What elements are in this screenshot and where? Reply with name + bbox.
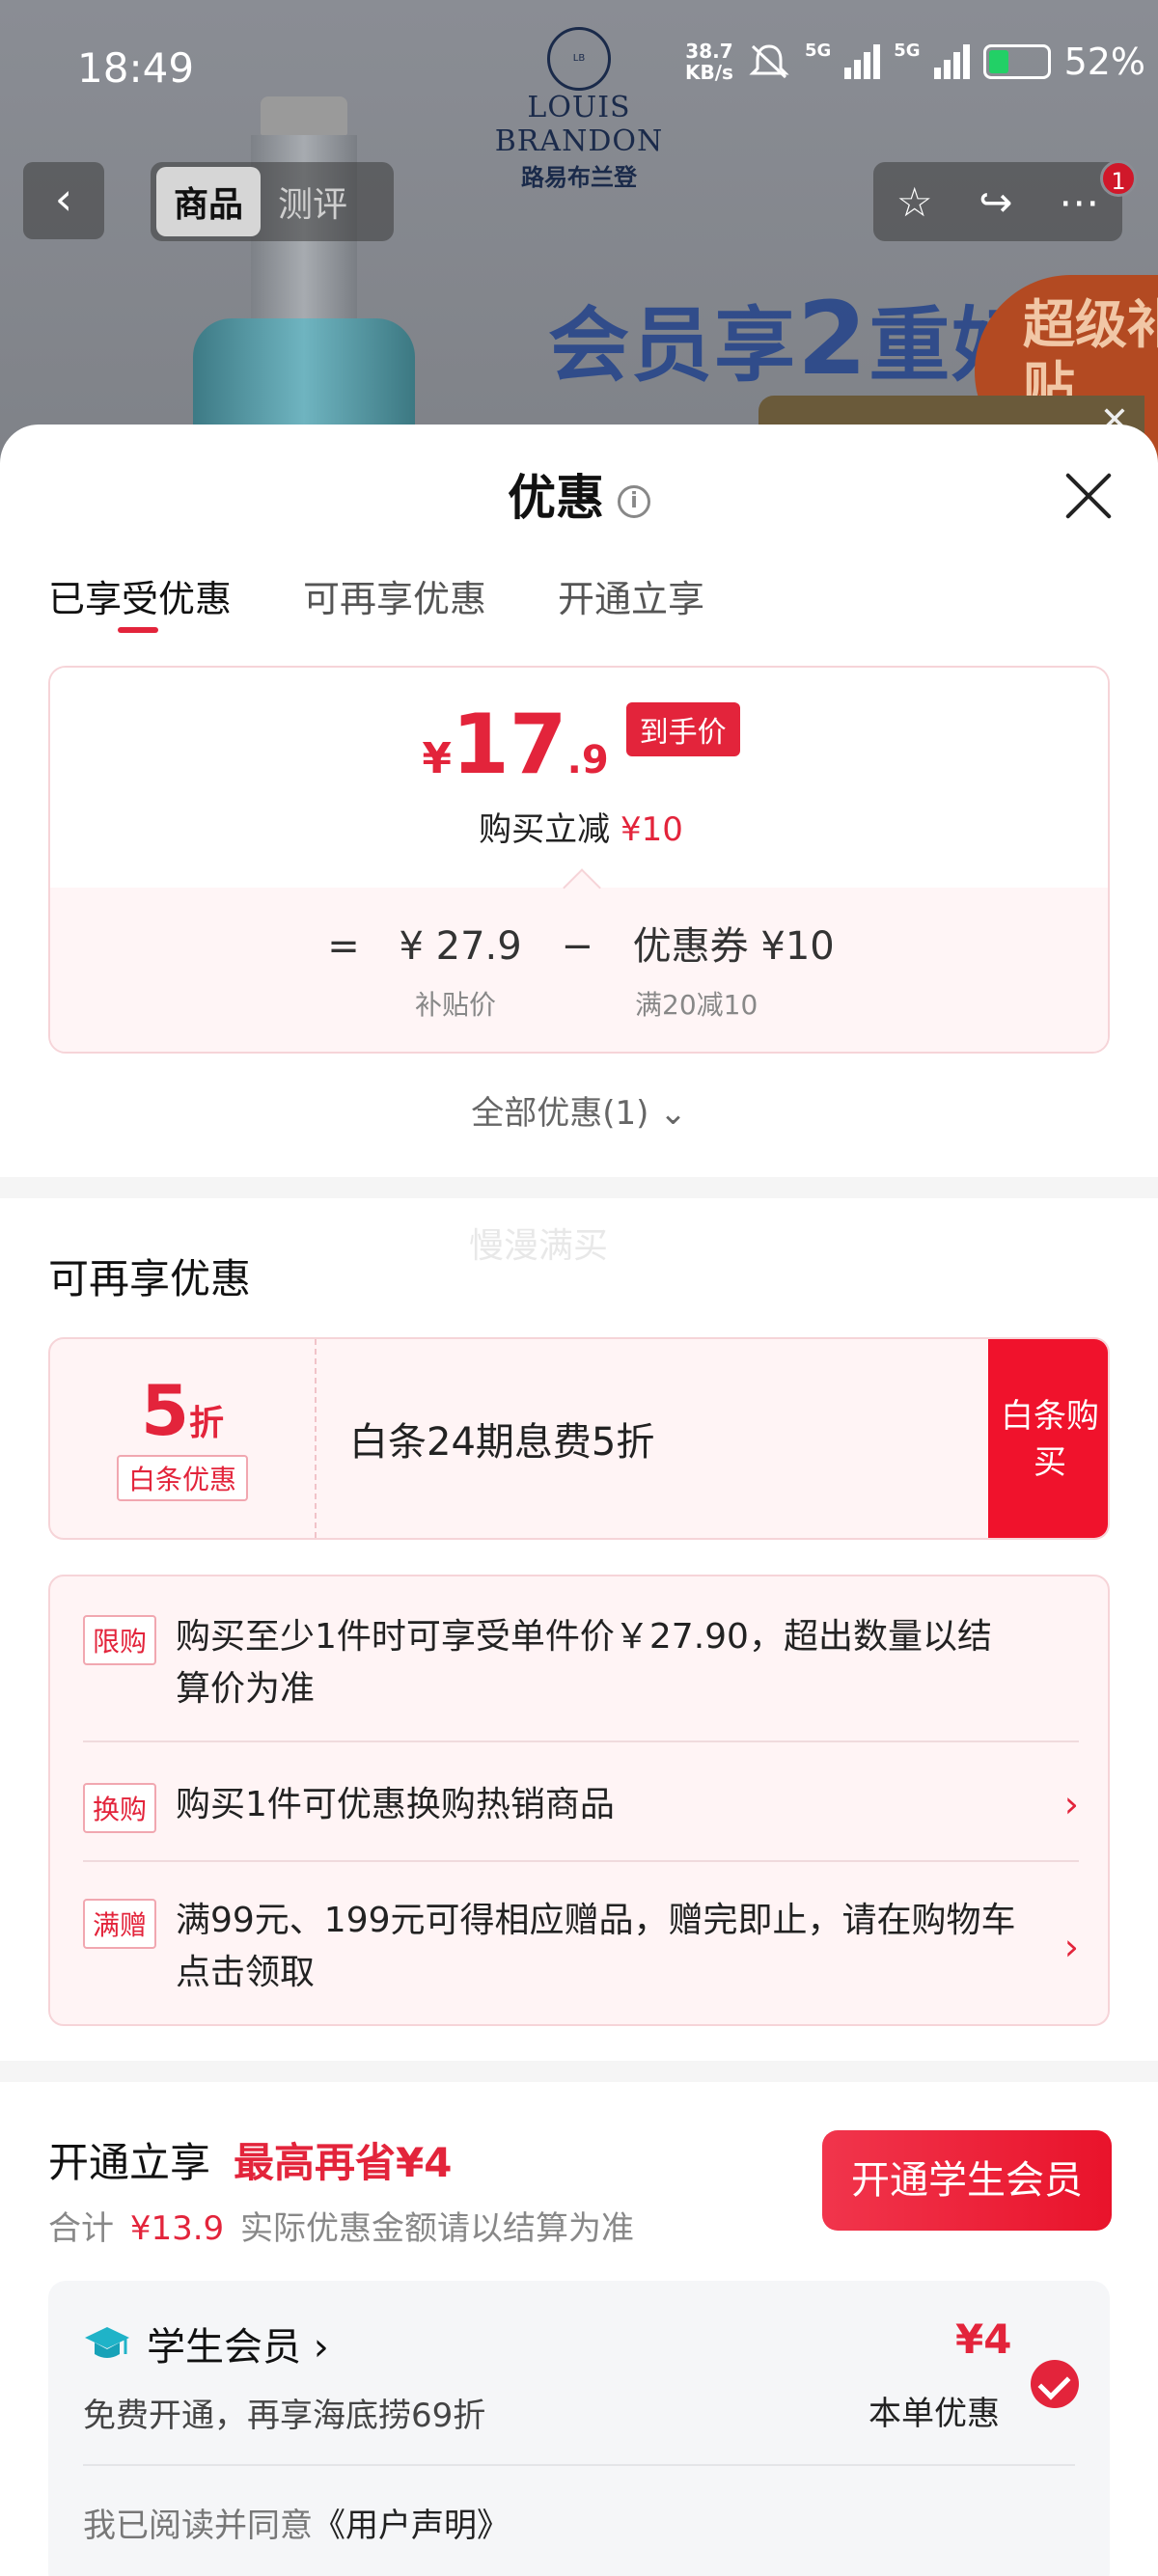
- coupon-discount: 5折: [140, 1370, 225, 1451]
- tab-open[interactable]: 开通立享: [558, 569, 704, 622]
- brand-seal-icon: LB: [547, 27, 611, 91]
- open-student-member-button[interactable]: 开通学生会员: [822, 2130, 1112, 2231]
- tab-more[interactable]: 可再享优惠: [303, 569, 486, 622]
- student-member-card: 学生会员 › 免费开通，再享海底捞69折 ¥4 本单优惠 我已阅读并同意《用户声…: [48, 2281, 1110, 2576]
- student-member-link[interactable]: 学生会员 ›: [147, 2316, 329, 2371]
- baitiao-buy-button[interactable]: 白条购买: [988, 1339, 1108, 1538]
- notification-badge: 1: [1100, 160, 1137, 197]
- signal-icon: [933, 44, 970, 79]
- product-nav-tabs: 商品 测评: [151, 162, 394, 241]
- star-icon[interactable]: ☆: [896, 178, 933, 226]
- status-time: 18:49: [77, 44, 195, 92]
- chevron-left-icon: ‹: [54, 173, 73, 225]
- coupon-tag: 白条优惠: [116, 1455, 248, 1501]
- info-icon[interactable]: i: [618, 484, 650, 518]
- promo-banner-text: 会员享2重好: [548, 280, 1035, 397]
- tab-review[interactable]: 测评: [270, 167, 355, 236]
- tab-enjoyed[interactable]: 已享受优惠: [48, 569, 232, 633]
- chevron-down-icon: ⌄: [659, 1094, 687, 1133]
- section-divider: [0, 1177, 1158, 1198]
- open-now-title: 开通立享 最高再省¥4: [48, 2139, 453, 2186]
- user-statement-link[interactable]: 《用户声明》: [313, 2507, 510, 2545]
- member-savings: ¥4: [955, 2316, 1012, 2363]
- deal-rules: 限购 购买至少1件时可享受单件价￥27.90，超出数量以结算价为准 换购 购买1…: [48, 1575, 1110, 2026]
- all-deals-toggle[interactable]: 全部优惠(1) ⌄: [0, 1086, 1158, 1134]
- final-price-card: ¥17.9到手价 购买立减 ¥10 = ¥ 27.9 − 优惠券 ¥10 补贴价…: [48, 666, 1110, 1054]
- deals-sheet: 优惠 i 已享受优惠 可再享优惠 开通立享 ¥17.9到手价 购买立减 ¥10 =…: [0, 425, 1158, 2576]
- more-icon[interactable]: ⋯: [1059, 178, 1099, 226]
- more-deals-title: 可再享优惠: [48, 1255, 252, 1302]
- coupon-desc: 白条24期息费5折: [349, 1420, 655, 1465]
- mute-icon: [749, 44, 789, 79]
- instant-discount: 购买立减 ¥10: [479, 810, 683, 849]
- brand-logo: LB LOUIS BRANDON 路易布兰登: [444, 27, 714, 192]
- battery-icon: [982, 44, 1051, 79]
- open-now-subtitle: 合计 ¥13.9 实际优惠金额请以结算为准: [48, 2209, 634, 2248]
- final-price-tag: 到手价: [625, 702, 740, 756]
- nav-actions: ☆ ↪ ⋯: [873, 162, 1122, 241]
- share-icon[interactable]: ↪: [979, 178, 1012, 226]
- chevron-right-icon: ›: [1063, 1926, 1079, 1968]
- chevron-right-icon: ›: [1063, 1783, 1079, 1825]
- coupon-condition: 满20减10: [635, 989, 758, 1021]
- battery-percent: 52%: [1063, 41, 1146, 83]
- graduation-cap-icon: [85, 2327, 129, 2358]
- agreement-text: 我已阅读并同意《用户声明》: [83, 2507, 510, 2545]
- deal-tabs: 已享受优惠 可再享优惠 开通立享: [48, 569, 704, 633]
- subsidy-label: 补贴价: [415, 989, 497, 1021]
- final-price: ¥17.9到手价: [50, 697, 1108, 793]
- status-bar: 18:49 LB LOUIS BRANDON 路易布兰登 38.7 KB/s 5G…: [0, 0, 1158, 191]
- member-savings-label: 本单优惠: [868, 2395, 1000, 2433]
- price-formula: = ¥ 27.9 − 优惠券 ¥10: [327, 924, 835, 969]
- back-button[interactable]: ‹: [23, 162, 104, 239]
- baitiao-coupon: 5折 白条优惠 白条24期息费5折 白条购买: [48, 1337, 1110, 1540]
- sheet-title: 优惠 i: [0, 459, 1158, 529]
- student-member-desc: 免费开通，再享海底捞69折: [83, 2397, 486, 2435]
- watermark: 慢漫满买: [469, 1226, 609, 1266]
- section-divider: [0, 2061, 1158, 2082]
- checkbox-checked-icon[interactable]: [1031, 2360, 1079, 2408]
- network-speed: 38.7 KB/s: [685, 40, 733, 84]
- status-icons: 38.7 KB/s 5G 5G 52%: [685, 40, 1146, 84]
- product-bottle-image: [193, 96, 415, 463]
- close-icon[interactable]: [1056, 463, 1121, 529]
- tab-product[interactable]: 商品: [156, 167, 262, 236]
- signal-icon: [844, 44, 881, 79]
